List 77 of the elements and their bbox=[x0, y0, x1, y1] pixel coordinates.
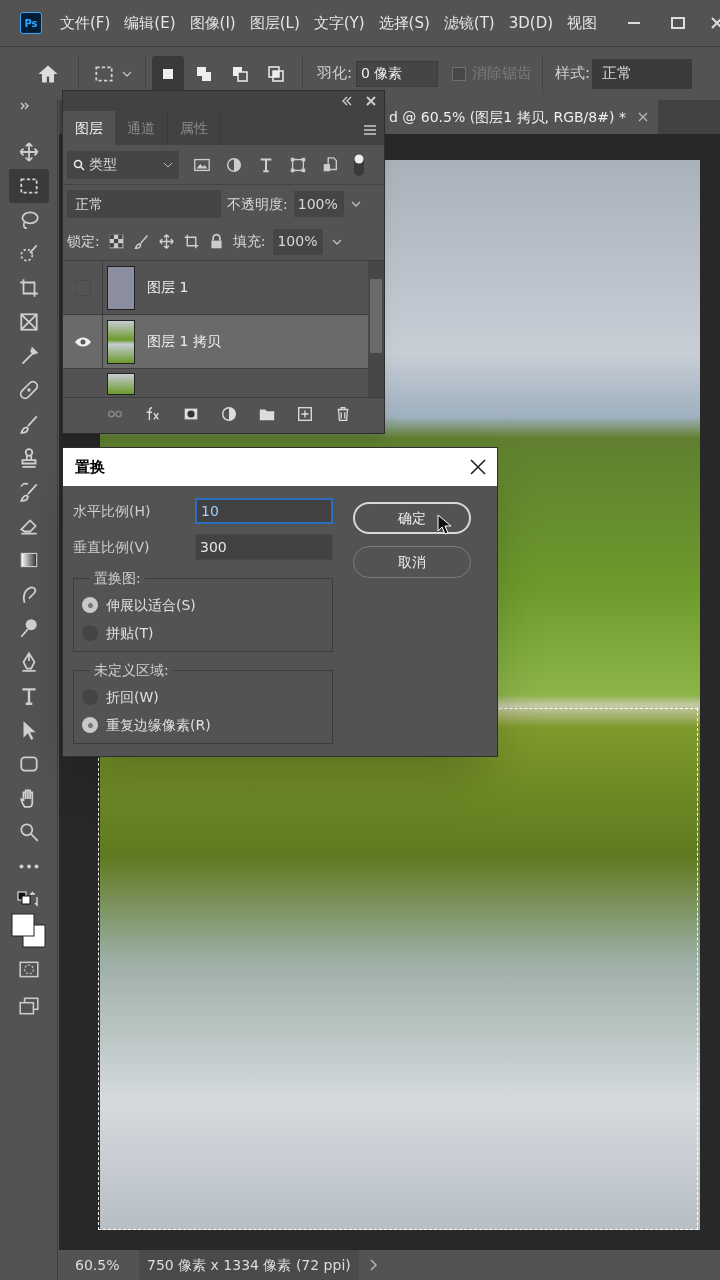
zoom-level: 60.5% bbox=[74, 1255, 121, 1275]
effects-icon[interactable] bbox=[144, 404, 162, 423]
search-icon bbox=[73, 158, 85, 171]
brush-icon[interactable] bbox=[132, 233, 150, 250]
opacity-field[interactable]: 100% bbox=[293, 191, 344, 217]
radio-option[interactable]: 伸展以适合(S) bbox=[82, 593, 324, 617]
color-swatches-icon[interactable] bbox=[10, 913, 47, 949]
menu-item[interactable]: 图像(I) bbox=[189, 11, 236, 35]
group-title: 未定义区域: bbox=[90, 660, 173, 681]
dialog-title: 置换 bbox=[75, 456, 105, 478]
opacity-label: 不透明度: bbox=[227, 194, 288, 214]
scrollbar[interactable] bbox=[368, 261, 384, 397]
new-layer-icon[interactable] bbox=[296, 404, 314, 423]
radio-option[interactable]: 折回(W) bbox=[82, 685, 324, 709]
collapse-icon[interactable] bbox=[341, 96, 352, 106]
selection-mode-button[interactable] bbox=[152, 55, 184, 92]
field-label: 垂直比例(V) bbox=[73, 537, 151, 557]
menu-item[interactable]: 编辑(E) bbox=[124, 11, 176, 35]
radio-button[interactable] bbox=[82, 717, 98, 733]
document-info: 750 像素 x 1334 像素 (72 ppi) bbox=[139, 1250, 359, 1280]
document-tab[interactable]: d @ 60.5% (图层1 拷贝, RGB/8#) * bbox=[385, 100, 658, 134]
feather-label: 羽化: bbox=[317, 63, 353, 85]
expand-icon[interactable] bbox=[20, 102, 30, 111]
screen-mode-icon[interactable] bbox=[17, 995, 40, 1017]
layer-thumbnail bbox=[107, 265, 135, 310]
close-icon bbox=[710, 16, 720, 30]
fill-field[interactable]: 100% bbox=[273, 228, 324, 255]
layer-row[interactable]: 图层 1 bbox=[63, 261, 368, 315]
filter-toggle-icon[interactable] bbox=[353, 152, 365, 177]
intersect-selection-icon bbox=[266, 63, 286, 84]
layer-row[interactable]: 图层 1 拷贝 bbox=[63, 315, 368, 369]
bandage-icon bbox=[17, 379, 40, 401]
chevron-right-icon[interactable] bbox=[368, 1259, 378, 1271]
radio-button[interactable] bbox=[82, 597, 98, 613]
crop-icon[interactable] bbox=[182, 233, 200, 250]
layer-thumbnail bbox=[107, 373, 135, 395]
filter-dropdown[interactable]: 类型 bbox=[67, 150, 179, 179]
radio-option[interactable]: 重复边缘像素(R) bbox=[82, 713, 324, 737]
brush-icon bbox=[17, 413, 40, 435]
panel-tab[interactable]: 图层 bbox=[63, 111, 115, 145]
menu-icon[interactable] bbox=[362, 123, 378, 137]
menu-item[interactable]: 视图 bbox=[567, 11, 598, 35]
menu-item[interactable]: 文字(Y) bbox=[313, 11, 365, 35]
blend-mode-dropdown[interactable]: 正常 bbox=[67, 190, 221, 218]
maximize-icon bbox=[671, 16, 685, 30]
shape-filter-icon[interactable] bbox=[289, 155, 307, 174]
menu-item[interactable]: 图层(L) bbox=[249, 11, 300, 35]
menu-item[interactable]: 滤镜(T) bbox=[443, 11, 495, 35]
style-dropdown[interactable]: 正常 bbox=[592, 58, 693, 89]
mouse-cursor-icon bbox=[437, 514, 453, 536]
tool-button[interactable] bbox=[8, 169, 49, 203]
adjustment-icon[interactable] bbox=[220, 404, 238, 423]
smart-object-filter-icon[interactable] bbox=[321, 155, 339, 174]
lock-label: 锁定: bbox=[67, 232, 100, 251]
more-icon bbox=[18, 863, 39, 869]
style-label: 样式: bbox=[555, 63, 591, 85]
menu-item[interactable]: 文件(F) bbox=[60, 11, 111, 35]
menu-item[interactable]: 选择(S) bbox=[378, 11, 430, 35]
adjustment-filter-icon[interactable] bbox=[225, 155, 243, 174]
move-icon[interactable] bbox=[157, 233, 175, 250]
frame-icon bbox=[17, 311, 40, 333]
history-brush-icon bbox=[17, 481, 40, 503]
feather-field[interactable]: 0 像素 bbox=[356, 60, 439, 87]
zoom-icon bbox=[17, 821, 40, 843]
move-icon bbox=[17, 141, 40, 163]
radio-option[interactable]: 拼贴(T) bbox=[82, 621, 324, 645]
crop-icon bbox=[17, 277, 40, 299]
layer-thumbnail bbox=[107, 319, 135, 364]
close-icon[interactable] bbox=[469, 458, 487, 476]
fill-label: 填充: bbox=[232, 232, 266, 251]
app-logo: Ps bbox=[20, 12, 42, 34]
checkerboard-icon[interactable] bbox=[107, 233, 125, 250]
caret-icon bbox=[163, 160, 173, 169]
number-field[interactable]: 300 bbox=[195, 534, 333, 560]
number-field[interactable]: 10 bbox=[195, 498, 333, 524]
menu-item[interactable]: 3D(D) bbox=[508, 11, 554, 35]
field-label: 水平比例(H) bbox=[73, 501, 152, 521]
